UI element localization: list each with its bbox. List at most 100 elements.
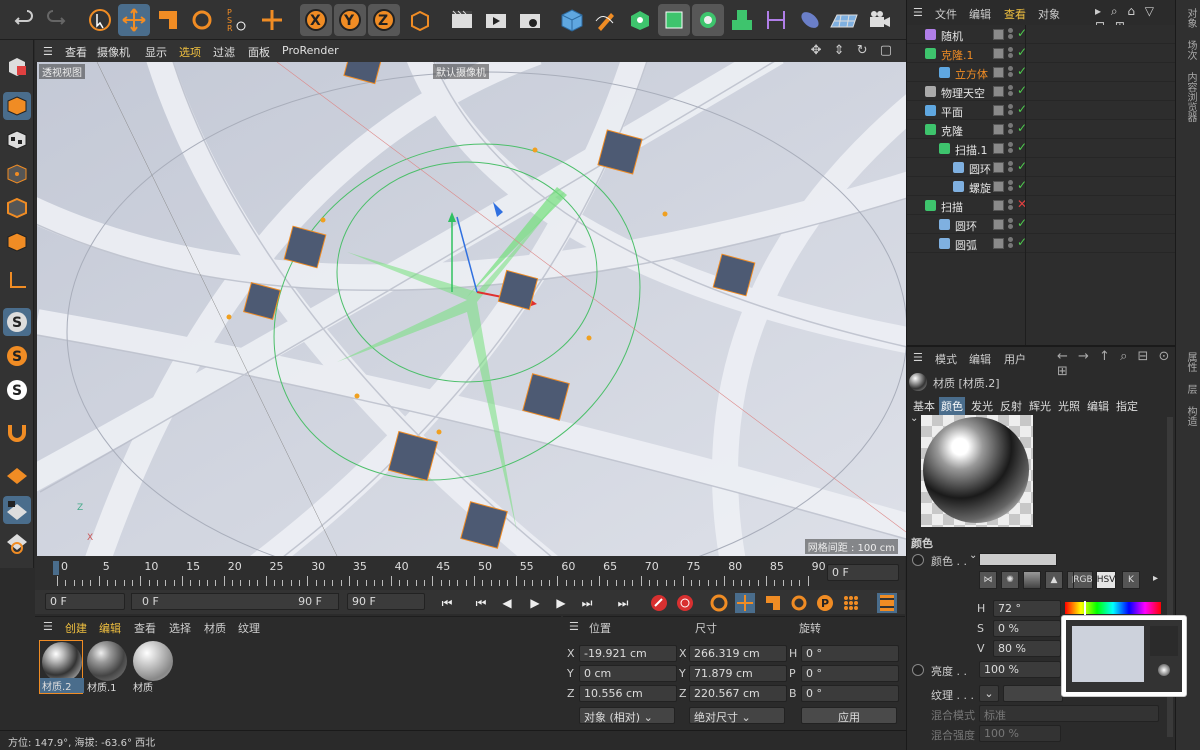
visibility-dots[interactable] (1008, 160, 1014, 174)
obj-menu-view[interactable]: 查看 (1004, 6, 1026, 22)
material-swatch[interactable]: 材质 (131, 640, 175, 694)
visibility-dots[interactable] (1008, 27, 1014, 41)
visibility-dots[interactable] (1008, 84, 1014, 98)
visibility-dots[interactable] (1008, 141, 1014, 155)
timeline-end-field[interactable]: 0 F (827, 564, 899, 581)
frame-range-slider[interactable]: 0 F 90 F (131, 593, 339, 610)
size-y-field[interactable]: 71.879 cm (689, 665, 787, 682)
object-row[interactable]: 圆环 ✓ (907, 158, 1176, 177)
tab-objects[interactable]: 对象 (1183, 8, 1198, 28)
camera-icon[interactable] (864, 4, 896, 36)
material-swatch[interactable]: 材质.2 (39, 640, 84, 694)
texture-slot[interactable] (1003, 685, 1063, 702)
cloner-icon[interactable] (726, 4, 758, 36)
viewport-menu-panel[interactable]: 面板 (248, 44, 270, 60)
floor-icon[interactable] (828, 4, 860, 36)
viewport-menu-display[interactable]: 显示 (145, 44, 167, 60)
viewport-menu-filter[interactable]: 过滤 (213, 44, 235, 60)
record-icon[interactable] (649, 593, 669, 613)
coordinate-system-icon[interactable] (404, 4, 436, 36)
key-pla-icon[interactable] (841, 593, 861, 613)
object-row[interactable]: 克隆.1 ✓ (907, 44, 1176, 63)
tab-luminance[interactable]: 发光 (969, 397, 995, 415)
mograph-icon[interactable] (692, 4, 724, 36)
screenshot-thumbnail[interactable] (1061, 615, 1187, 697)
axis-mode-icon[interactable] (3, 266, 31, 294)
move-tool-icon[interactable] (118, 4, 150, 36)
autokey-icon[interactable] (675, 593, 695, 613)
viewport-nav-icons[interactable]: ✥ ⇕ ↻ ▢ (811, 43, 896, 58)
object-row[interactable]: 平面 ✓ (907, 101, 1176, 120)
layer-checkbox[interactable] (993, 162, 1004, 173)
visibility-dots[interactable] (1008, 103, 1014, 117)
prev-frame-icon[interactable]: ◀ (497, 593, 517, 613)
polygons-mode-icon[interactable] (3, 228, 31, 256)
layer-checkbox[interactable] (993, 238, 1004, 249)
rotate-tool-icon[interactable] (186, 4, 218, 36)
collapse-chevron-icon[interactable]: ⌄ (910, 413, 918, 424)
mat-menu-select[interactable]: 选择 (169, 620, 191, 636)
magnet-icon[interactable] (3, 418, 31, 446)
add-tool-icon[interactable] (256, 4, 288, 36)
key-scale-icon[interactable] (763, 593, 783, 613)
layer-checkbox[interactable] (993, 219, 1004, 230)
brightness-animate-radio[interactable] (912, 664, 924, 676)
color-swatch[interactable] (979, 553, 1057, 566)
go-to-end-icon[interactable]: ⏭ (613, 593, 633, 613)
layer-checkbox[interactable] (993, 200, 1004, 211)
make-editable-icon[interactable] (3, 52, 31, 80)
nurbs-icon[interactable] (624, 4, 656, 36)
rot-p-field[interactable]: 0 ° (801, 665, 899, 682)
tab-assignment[interactable]: 指定 (1114, 397, 1140, 415)
render-view-icon[interactable] (446, 4, 478, 36)
layer-checkbox[interactable] (993, 67, 1004, 78)
saturation-field[interactable]: 0 % (993, 620, 1061, 637)
pos-y-field[interactable]: 0 cm (579, 665, 677, 682)
obj-menu-edit[interactable]: 编辑 (969, 6, 991, 22)
undo-icon[interactable] (8, 4, 40, 36)
z-axis-icon[interactable]: Z (368, 4, 400, 36)
max-frame-field[interactable]: 90 F (347, 593, 425, 610)
rot-b-field[interactable]: 0 ° (801, 685, 899, 702)
obj-menu-file[interactable]: 文件 (935, 6, 957, 22)
cube-object-icon[interactable] (556, 4, 588, 36)
attr-menu-user[interactable]: 用户 (1004, 351, 1026, 367)
render-picture-viewer-icon[interactable] (480, 4, 512, 36)
hamburger-icon[interactable]: ☰ (43, 620, 53, 633)
mat-menu-create[interactable]: 创建 (65, 620, 87, 636)
rot-h-field[interactable]: 0 ° (801, 645, 899, 662)
hamburger-icon[interactable]: ☰ (913, 6, 923, 19)
color-wheel-mode-icon[interactable]: ⋈ (979, 571, 997, 589)
key-parameter-icon[interactable]: P (815, 593, 835, 613)
mat-menu-edit[interactable]: 编辑 (99, 620, 121, 636)
layer-checkbox[interactable] (993, 48, 1004, 59)
hamburger-icon[interactable]: ☰ (43, 45, 53, 58)
hue-slider[interactable] (1065, 601, 1161, 615)
attr-menu-mode[interactable]: 模式 (935, 351, 957, 367)
object-row[interactable]: 圆环 ✓ (907, 215, 1176, 234)
go-to-start-icon[interactable]: ⏮ (437, 593, 457, 613)
solo-icon[interactable]: S (3, 342, 31, 370)
material-swatch[interactable]: 材质.1 (85, 640, 129, 694)
locked-workplane-icon[interactable] (3, 496, 31, 524)
visibility-dots[interactable] (1008, 179, 1014, 193)
object-row[interactable]: 圆弧 ✓ (907, 234, 1176, 253)
play-icon[interactable]: ▶ (525, 593, 545, 613)
tab-layers[interactable]: 层 (1183, 384, 1198, 394)
blend-strength-field[interactable]: 100 % (979, 725, 1061, 742)
mat-menu-material[interactable]: 材质 (204, 620, 226, 636)
size-mode-dropdown[interactable]: 绝对尺寸 ⌄ (689, 707, 785, 724)
workplane-align-icon[interactable] (3, 530, 31, 558)
apply-button[interactable]: 应用 (801, 707, 897, 724)
solo-hierarchy-icon[interactable]: S (3, 376, 31, 404)
tab-takes[interactable]: 场次 (1183, 40, 1198, 60)
kelvin-mode[interactable]: K (1122, 571, 1140, 589)
layer-checkbox[interactable] (993, 181, 1004, 192)
hue-slider-knob[interactable] (1084, 601, 1086, 615)
tab-glow[interactable]: 辉光 (1027, 397, 1053, 415)
key-rotation-icon[interactable] (789, 593, 809, 613)
obj-menu-object[interactable]: 对象 (1038, 6, 1060, 22)
object-row[interactable]: 螺旋 ✓ (907, 177, 1176, 196)
timeline-window-icon[interactable] (877, 593, 897, 613)
prev-key-icon[interactable]: ⏮ (471, 593, 491, 613)
